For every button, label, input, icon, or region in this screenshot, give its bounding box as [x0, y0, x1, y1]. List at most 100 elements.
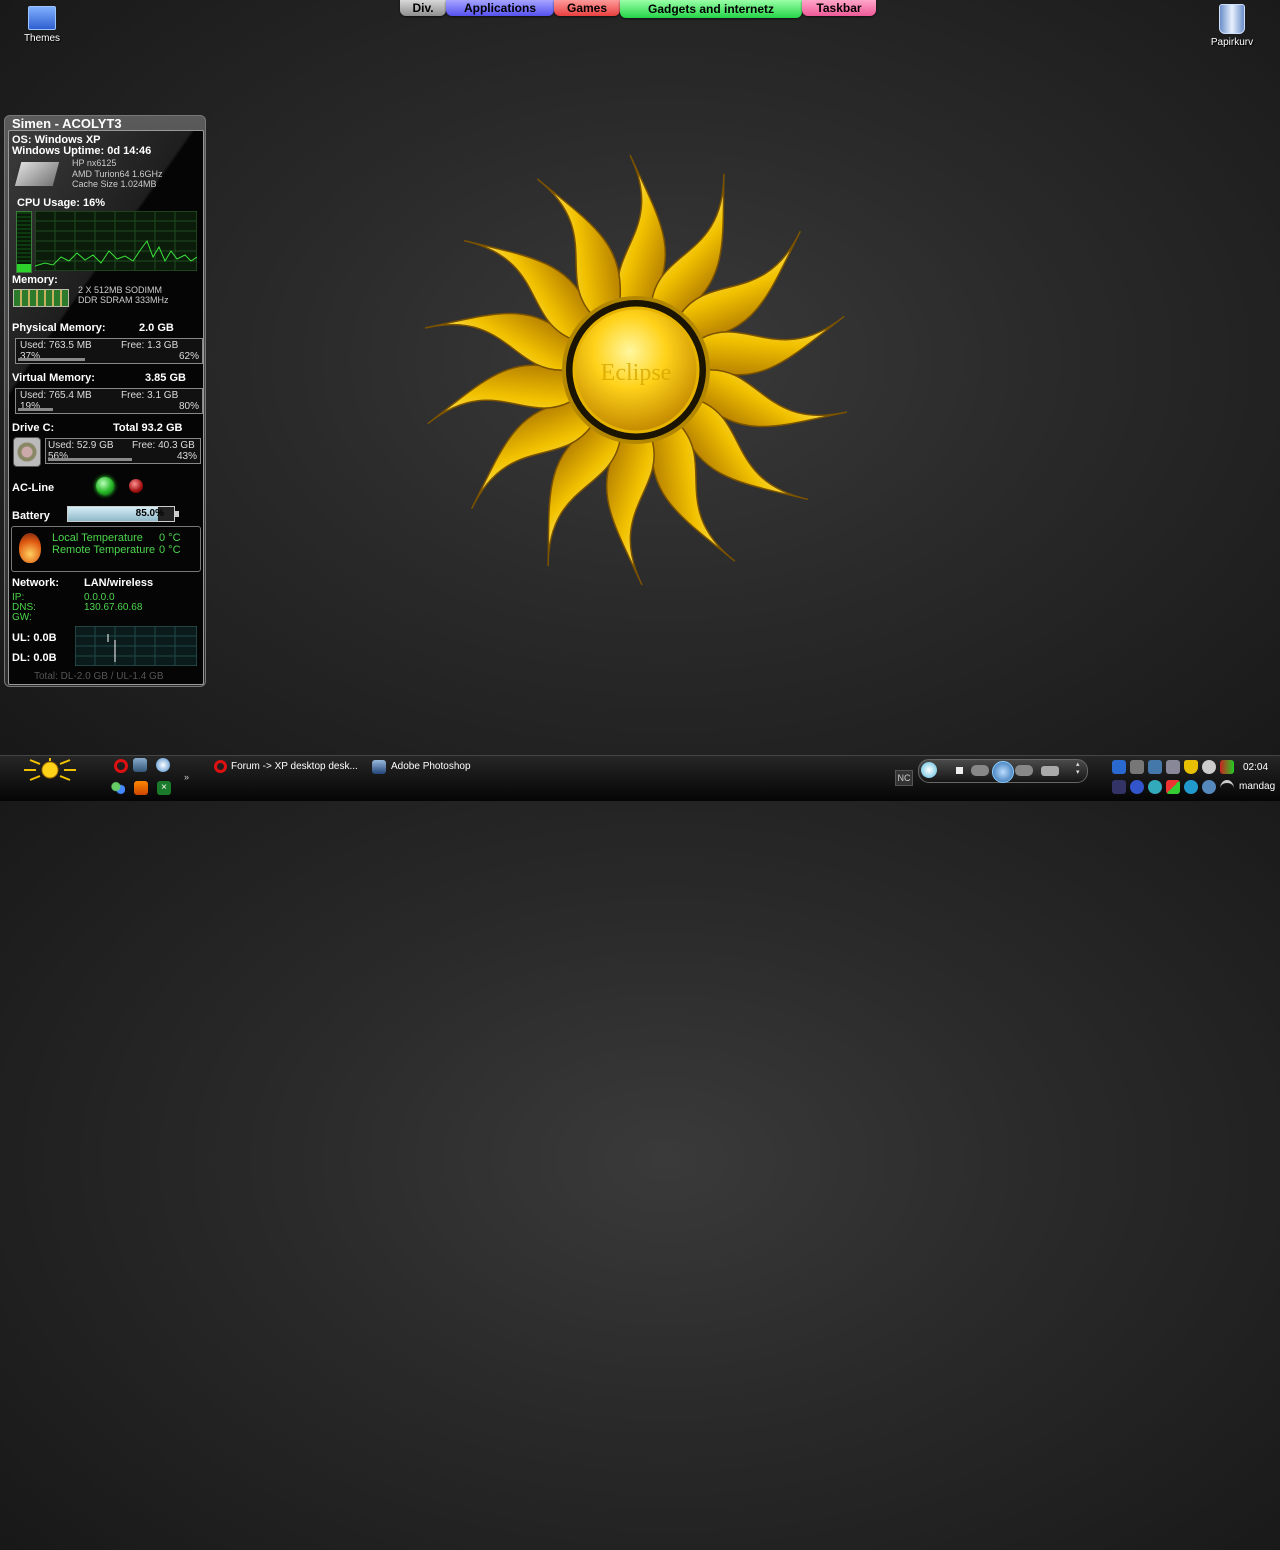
tray-steam-icon[interactable] [1202, 760, 1216, 774]
acline-off-indicator [129, 479, 143, 493]
tab-applications[interactable]: Applications [446, 0, 554, 16]
photoshop-icon [372, 760, 386, 774]
cpu-usage-meter [16, 211, 32, 273]
nc-button[interactable]: NC [895, 770, 913, 786]
virtual-memory-total: 3.85 GB [145, 372, 186, 384]
tab-gadgets-and-internetz[interactable]: Gadgets and internetz [620, 0, 802, 18]
sun-ray [605, 439, 655, 586]
taskbar-window-photoshop[interactable]: Adobe Photoshop [370, 758, 490, 776]
physical-memory-meter: Used: 763.5 MB Free: 1.3 GB 37% 62% [15, 338, 203, 364]
gw-label: GW: [12, 612, 32, 623]
flame-icon [19, 533, 41, 563]
eclipse-sun-wallpaper: Eclipse [424, 154, 848, 586]
tray-speaker-icon[interactable] [1112, 780, 1126, 794]
total-traffic: Total: DL-2.0 GB / UL-1.4 GB [34, 671, 164, 682]
next-button[interactable] [1015, 765, 1033, 776]
tray-cursor-icon[interactable] [1112, 760, 1126, 774]
tray-update-icon[interactable] [1184, 780, 1198, 794]
cpu-name: AMD Turion64 1.6GHz [72, 169, 163, 179]
themes-label: Themes [23, 33, 61, 44]
drive-used: Used: 52.9 GB [48, 440, 114, 451]
opera-window-icon [214, 760, 227, 773]
tray-battery-icon[interactable] [1220, 760, 1234, 774]
pause-button[interactable] [992, 761, 1014, 783]
physical-used: Used: 763.5 MB [20, 340, 92, 351]
tab-taskbar[interactable]: Taskbar [802, 0, 876, 16]
recycle-bin-icon [1219, 4, 1245, 34]
download-label: DL: 0.0B [12, 652, 57, 664]
stop-button[interactable] [956, 767, 963, 774]
acline-label: AC-Line [12, 482, 55, 494]
taskbar-window-forum[interactable]: Forum -> XP desktop desk... [214, 758, 362, 776]
physical-memory-bar [18, 358, 86, 361]
virtual-free: Free: 3.1 GB [121, 390, 179, 401]
opera-icon[interactable] [114, 759, 128, 773]
recycle-bin[interactable]: Papirkurv [1200, 4, 1264, 48]
tab-div[interactable]: Div. [400, 0, 446, 16]
start-button[interactable] [22, 758, 78, 782]
tray-sound-icon[interactable] [1130, 760, 1144, 774]
memory-line2: DDR SDRAM 333MHz [78, 295, 169, 305]
drive-c-total: Total 93.2 GB [113, 422, 183, 434]
virtual-free-pct: 80% [178, 401, 199, 412]
virtual-memory-label: Virtual Memory: [12, 372, 95, 384]
virtual-memory-bar [18, 408, 53, 411]
cpu-usage-label: CPU Usage: 16% [17, 197, 106, 209]
tray-bluetooth-icon[interactable] [1130, 780, 1144, 794]
drive-free-pct: 43% [176, 451, 197, 462]
taskbar-window-photoshop-label: Adobe Photoshop [391, 761, 471, 772]
uptime-label: Windows Uptime: 0d 14:46 [12, 145, 152, 157]
media-player-restore[interactable]: ▴ ▾ [1076, 760, 1084, 780]
physical-memory-total: 2.0 GB [139, 322, 174, 334]
tray-shield-icon[interactable] [1184, 760, 1198, 774]
physical-memory-label: Physical Memory: [12, 322, 106, 334]
clock[interactable]: 02:04 [1243, 762, 1268, 773]
folder-icon [28, 6, 56, 30]
battery-label: Battery [12, 510, 50, 522]
physical-free: Free: 1.3 GB [121, 340, 179, 351]
desktop-icon[interactable] [133, 758, 147, 772]
network-traffic-graph [75, 626, 197, 666]
local-temperature-label: Local Temperature [52, 532, 143, 544]
quick-launch-expand[interactable]: » [184, 772, 189, 782]
tray-network-icon[interactable] [1148, 760, 1162, 774]
widget-title: Simen - ACOLYT3 [12, 116, 122, 131]
tray-settings-icon[interactable] [1166, 760, 1180, 774]
sun-ray [617, 154, 667, 301]
tray-msn-icon[interactable] [1166, 780, 1180, 794]
sun-start-icon [24, 758, 76, 781]
drive-c-bar [48, 458, 132, 461]
dns-value: 130.67.60.68 [84, 602, 143, 613]
media-player-icon[interactable] [156, 758, 170, 772]
acline-on-indicator [96, 477, 114, 495]
messenger-buddies-icon[interactable] [111, 781, 125, 795]
upload-label: UL: 0.0B [12, 632, 57, 644]
battery-value: 85.0% [135, 508, 164, 519]
cpu-cache: Cache Size 1.024MB [72, 179, 157, 189]
themes-folder[interactable]: Themes [10, 6, 74, 44]
local-temperature-value: 0 °C [159, 532, 181, 544]
virtual-used: Used: 765.4 MB [20, 390, 92, 401]
excel-icon[interactable]: × [157, 781, 171, 795]
remote-temperature-label: Remote Temperature [52, 544, 156, 556]
cpu-history-graph [35, 211, 197, 271]
tray-wifi-icon[interactable] [1220, 780, 1234, 797]
system-info-widget[interactable]: Simen - ACOLYT3 OS: Windows XP Windows U… [4, 115, 206, 687]
cpu-model: HP nx6125 [72, 158, 117, 168]
memory-line1: 2 X 512MB SODIMM [78, 285, 163, 295]
network-label: Network: [12, 577, 60, 589]
volume-icon[interactable] [1041, 766, 1059, 776]
tray-disk-icon[interactable] [1202, 780, 1216, 794]
play-icon[interactable] [921, 762, 937, 778]
tab-games[interactable]: Games [554, 0, 620, 16]
memory-label: Memory: [12, 274, 58, 286]
messenger-icon[interactable] [111, 1536, 125, 1550]
virtual-memory-meter: Used: 765.4 MB Free: 3.1 GB 19% 80% [15, 388, 203, 414]
tray-globe-icon[interactable] [1148, 780, 1162, 794]
wallpaper-text: Eclipse [601, 360, 672, 386]
firefox-icon[interactable] [134, 781, 148, 795]
drive-c-label: Drive C: [12, 422, 55, 434]
previous-button[interactable] [971, 765, 989, 776]
hard-drive-icon [13, 437, 41, 467]
drive-c-meter: Used: 52.9 GB Free: 40.3 GB 56% 43% [45, 438, 201, 464]
